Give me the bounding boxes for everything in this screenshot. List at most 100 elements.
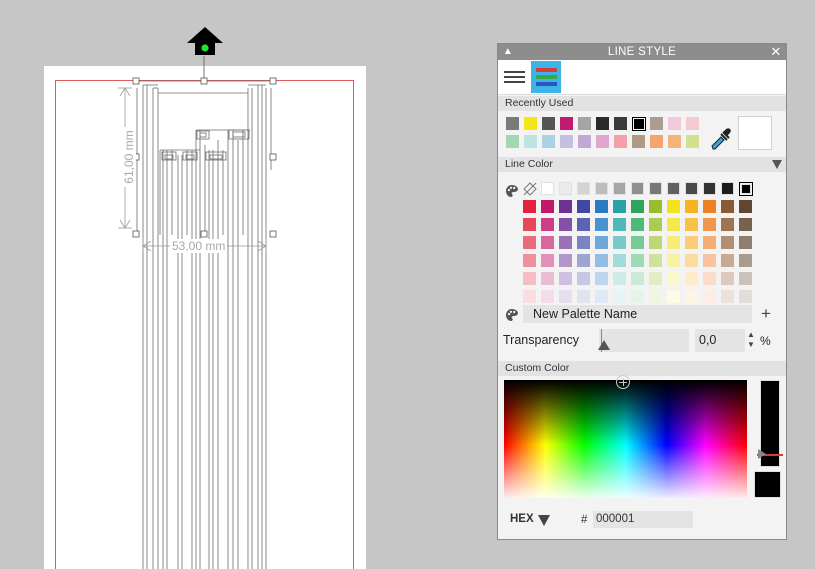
palette-color-swatch[interactable] bbox=[739, 218, 752, 231]
palette-color-swatch[interactable] bbox=[721, 236, 734, 249]
palette-color-swatch[interactable] bbox=[613, 254, 626, 267]
line-color-header[interactable]: Line Color bbox=[498, 157, 786, 172]
gray-color-swatch[interactable] bbox=[541, 182, 554, 195]
palette-color-swatch[interactable] bbox=[631, 200, 644, 213]
recent-color-swatch[interactable] bbox=[578, 135, 591, 148]
palette-color-swatch[interactable] bbox=[721, 290, 734, 303]
palette-color-swatch[interactable] bbox=[559, 272, 572, 285]
palette-color-swatch[interactable] bbox=[703, 236, 716, 249]
palette-color-swatch[interactable] bbox=[703, 290, 716, 303]
palette-color-swatch[interactable] bbox=[523, 290, 536, 303]
panel-titlebar[interactable]: ▲ LINE STYLE ✕ bbox=[498, 44, 786, 60]
recent-color-swatch[interactable] bbox=[560, 117, 573, 130]
hex-input[interactable] bbox=[593, 511, 693, 528]
palette-color-swatch[interactable] bbox=[595, 236, 608, 249]
gray-color-swatch[interactable] bbox=[667, 182, 680, 195]
gray-color-swatch[interactable] bbox=[613, 182, 626, 195]
recent-color-swatch[interactable] bbox=[650, 135, 663, 148]
palette-color-swatch[interactable] bbox=[541, 272, 554, 285]
hex-mode-label[interactable]: HEX bbox=[510, 513, 534, 525]
palette-color-swatch[interactable] bbox=[541, 200, 554, 213]
palette-color-swatch[interactable] bbox=[631, 290, 644, 303]
palette-color-swatch[interactable] bbox=[649, 218, 662, 231]
palette-color-swatch[interactable] bbox=[649, 200, 662, 213]
palette-color-swatch[interactable] bbox=[523, 272, 536, 285]
brightness-slider-thumb[interactable] bbox=[758, 449, 766, 459]
palette-color-swatch[interactable] bbox=[577, 254, 590, 267]
palette-color-swatch[interactable] bbox=[703, 200, 716, 213]
palette-color-swatch[interactable] bbox=[739, 290, 752, 303]
close-panel-icon[interactable]: ✕ bbox=[770, 45, 782, 58]
recent-color-swatch[interactable] bbox=[614, 135, 627, 148]
palette-color-swatch[interactable] bbox=[685, 272, 698, 285]
palette-color-swatch[interactable] bbox=[685, 290, 698, 303]
palette-color-swatch[interactable] bbox=[613, 200, 626, 213]
recent-color-swatch[interactable] bbox=[632, 117, 646, 131]
palette-color-swatch[interactable] bbox=[523, 218, 536, 231]
transparency-slider-thumb[interactable] bbox=[598, 340, 610, 350]
palette-icon[interactable] bbox=[505, 184, 519, 198]
palette-color-swatch[interactable] bbox=[613, 236, 626, 249]
recent-color-swatch[interactable] bbox=[650, 117, 663, 130]
palette-color-swatch[interactable] bbox=[595, 218, 608, 231]
gray-color-swatch[interactable] bbox=[685, 182, 698, 195]
palette-name-dropdown[interactable]: New Palette Name bbox=[523, 305, 752, 323]
gray-color-swatch[interactable] bbox=[631, 182, 644, 195]
recent-color-swatch[interactable] bbox=[668, 135, 681, 148]
palette-color-swatch[interactable] bbox=[685, 236, 698, 249]
palette-color-swatch[interactable] bbox=[667, 236, 680, 249]
palette-color-swatch[interactable] bbox=[649, 290, 662, 303]
palette-color-swatch[interactable] bbox=[559, 254, 572, 267]
palette-color-swatch[interactable] bbox=[739, 200, 752, 213]
palette-color-swatch[interactable] bbox=[577, 236, 590, 249]
palette-color-swatch[interactable] bbox=[559, 218, 572, 231]
recent-color-swatch[interactable] bbox=[560, 135, 573, 148]
rotate-handle-icon[interactable] bbox=[186, 26, 224, 56]
recent-color-swatch[interactable] bbox=[686, 117, 699, 130]
palette-color-swatch[interactable] bbox=[667, 200, 680, 213]
spectrum-cursor[interactable] bbox=[616, 375, 630, 389]
eyedropper-icon[interactable] bbox=[709, 125, 733, 151]
palette-color-swatch[interactable] bbox=[631, 236, 644, 249]
recent-color-swatch[interactable] bbox=[596, 135, 609, 148]
palette-color-swatch[interactable] bbox=[685, 200, 698, 213]
transparency-stepper[interactable]: ▲ ▼ bbox=[747, 330, 755, 352]
transparency-input[interactable]: 0,0 bbox=[695, 329, 745, 352]
tab-line-color[interactable] bbox=[531, 61, 561, 93]
palette-color-swatch[interactable] bbox=[667, 272, 680, 285]
recent-color-swatch[interactable] bbox=[542, 117, 555, 130]
palette-color-swatch[interactable] bbox=[631, 218, 644, 231]
palette-color-swatch[interactable] bbox=[595, 254, 608, 267]
palette-color-swatch[interactable] bbox=[577, 200, 590, 213]
palette-color-swatch[interactable] bbox=[685, 254, 698, 267]
palette-color-swatch[interactable] bbox=[577, 272, 590, 285]
palette-color-swatch[interactable] bbox=[523, 254, 536, 267]
palette-color-swatch[interactable] bbox=[541, 218, 554, 231]
palette-color-swatch[interactable] bbox=[577, 218, 590, 231]
color-spectrum[interactable] bbox=[504, 375, 747, 498]
palette-color-swatch[interactable] bbox=[721, 218, 734, 231]
recent-color-swatch[interactable] bbox=[524, 135, 537, 148]
gray-color-swatch[interactable] bbox=[577, 182, 590, 195]
palette-color-swatch[interactable] bbox=[541, 290, 554, 303]
recent-color-swatch[interactable] bbox=[506, 135, 519, 148]
palette-color-swatch[interactable] bbox=[739, 236, 752, 249]
palette-color-swatch[interactable] bbox=[667, 254, 680, 267]
gray-color-swatch[interactable] bbox=[649, 182, 662, 195]
palette-color-swatch[interactable] bbox=[523, 200, 536, 213]
collapse-panel-icon[interactable]: ▲ bbox=[502, 46, 514, 58]
palette-color-swatch[interactable] bbox=[649, 254, 662, 267]
gray-color-swatch[interactable] bbox=[721, 182, 734, 195]
brightness-slider[interactable] bbox=[757, 380, 783, 467]
gray-color-swatch[interactable] bbox=[559, 182, 572, 195]
gray-color-swatch[interactable] bbox=[739, 182, 753, 196]
palette-color-swatch[interactable] bbox=[595, 272, 608, 285]
palette-color-swatch[interactable] bbox=[541, 254, 554, 267]
add-palette-icon[interactable]: + bbox=[758, 305, 774, 323]
tab-line-width[interactable] bbox=[499, 61, 529, 93]
palette-color-swatch[interactable] bbox=[559, 236, 572, 249]
palette-color-swatch[interactable] bbox=[577, 290, 590, 303]
recent-color-swatch[interactable] bbox=[506, 117, 519, 130]
hex-mode-dropdown-icon[interactable] bbox=[538, 515, 550, 526]
recent-color-swatch[interactable] bbox=[524, 117, 537, 130]
